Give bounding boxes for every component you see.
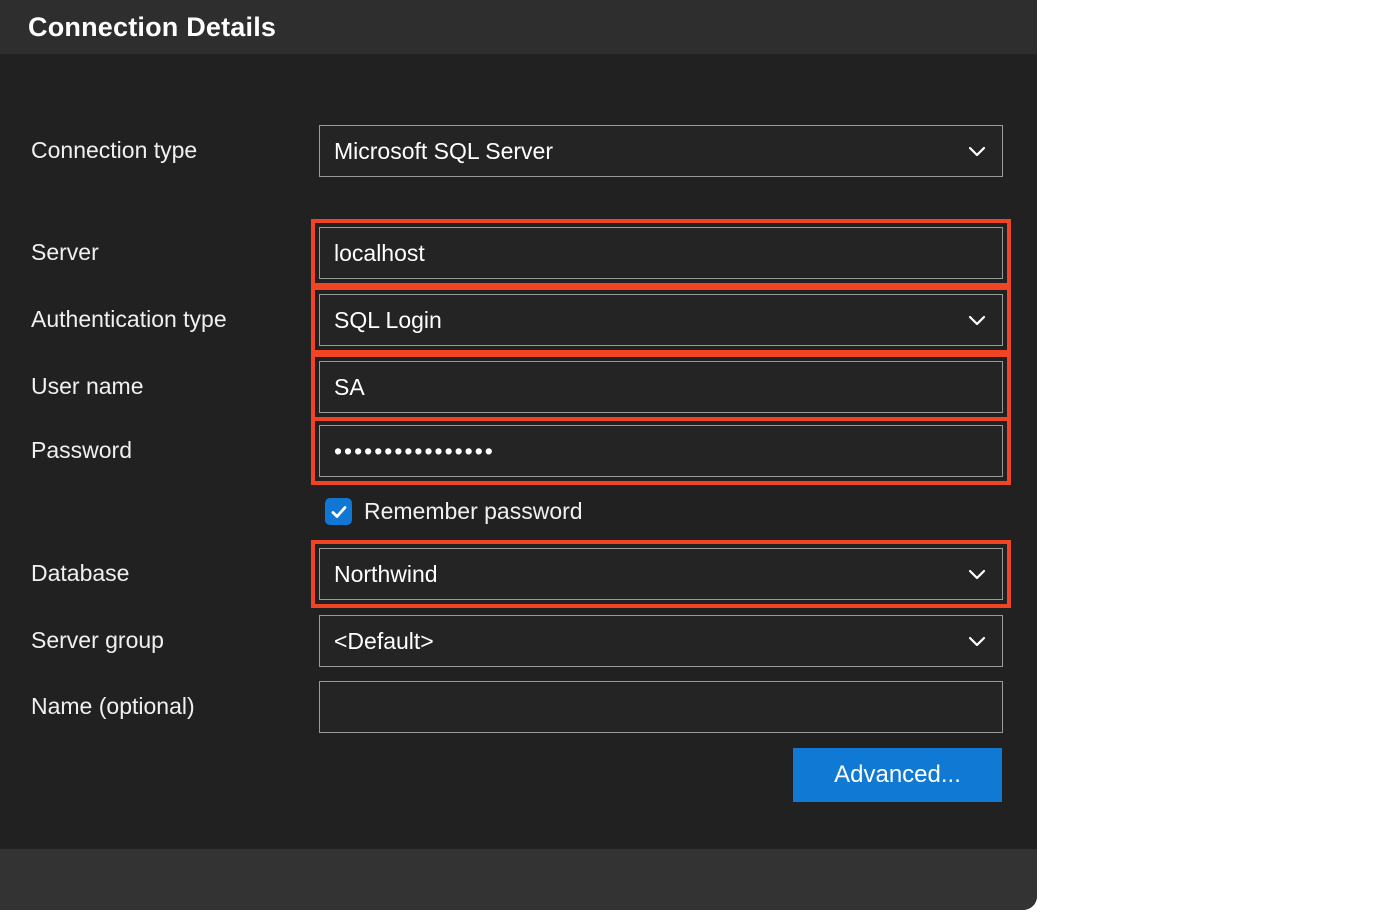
label-user-name: User name	[31, 373, 144, 399]
check-icon[interactable]	[325, 498, 352, 525]
server-group-value: <Default>	[334, 627, 434, 654]
advanced-button[interactable]: Advanced...	[793, 748, 1002, 802]
user-name-value: SA	[334, 373, 365, 400]
chevron-down-icon	[966, 309, 988, 331]
dialog-header: Connection Details	[0, 0, 1037, 54]
database-select-wrap: Northwind	[319, 548, 1003, 600]
name-optional-input-wrap	[319, 681, 1003, 733]
chevron-down-icon	[966, 630, 988, 652]
server-input-wrap: localhost	[319, 227, 1003, 279]
screen: Connection Details Connection type Micro…	[0, 0, 1400, 914]
authentication-type-select-wrap: SQL Login	[319, 294, 1003, 346]
dialog-footer: Connect Cancel	[0, 849, 1037, 910]
database-value: Northwind	[334, 560, 438, 587]
remember-password-checkbox-row[interactable]: Remember password	[325, 498, 583, 525]
label-password: Password	[31, 437, 132, 463]
server-group-select-wrap: <Default>	[319, 615, 1003, 667]
connection-type-select[interactable]: Microsoft SQL Server	[319, 125, 1003, 177]
chevron-down-icon	[966, 140, 988, 162]
server-value: localhost	[334, 239, 425, 266]
connection-type-select-wrap: Microsoft SQL Server	[319, 125, 1003, 177]
label-authentication-type: Authentication type	[31, 306, 227, 332]
database-select[interactable]: Northwind	[319, 548, 1003, 600]
label-server: Server	[31, 239, 99, 265]
connection-type-value: Microsoft SQL Server	[334, 137, 553, 164]
label-server-group: Server group	[31, 627, 164, 653]
server-group-select[interactable]: <Default>	[319, 615, 1003, 667]
label-database: Database	[31, 560, 130, 586]
page-title: Connection Details	[28, 11, 277, 42]
password-input-wrap: ••••••••••••••••	[319, 425, 1003, 477]
remember-password-label: Remember password	[364, 498, 583, 524]
label-name-optional: Name (optional)	[31, 693, 195, 719]
user-name-input[interactable]: SA	[319, 361, 1003, 413]
name-optional-input[interactable]	[319, 681, 1003, 733]
chevron-down-icon	[966, 563, 988, 585]
password-input[interactable]: ••••••••••••••••	[319, 425, 1003, 477]
connection-details-dialog: Connection Details Connection type Micro…	[0, 0, 1037, 910]
authentication-type-value: SQL Login	[334, 306, 442, 333]
label-connection-type: Connection type	[31, 137, 198, 163]
dialog-body: Connection type Microsoft SQL Server Ser…	[0, 54, 1037, 910]
server-input[interactable]: localhost	[319, 227, 1003, 279]
user-name-input-wrap: SA	[319, 361, 1003, 413]
authentication-type-select[interactable]: SQL Login	[319, 294, 1003, 346]
password-value: ••••••••••••••••	[334, 437, 495, 464]
